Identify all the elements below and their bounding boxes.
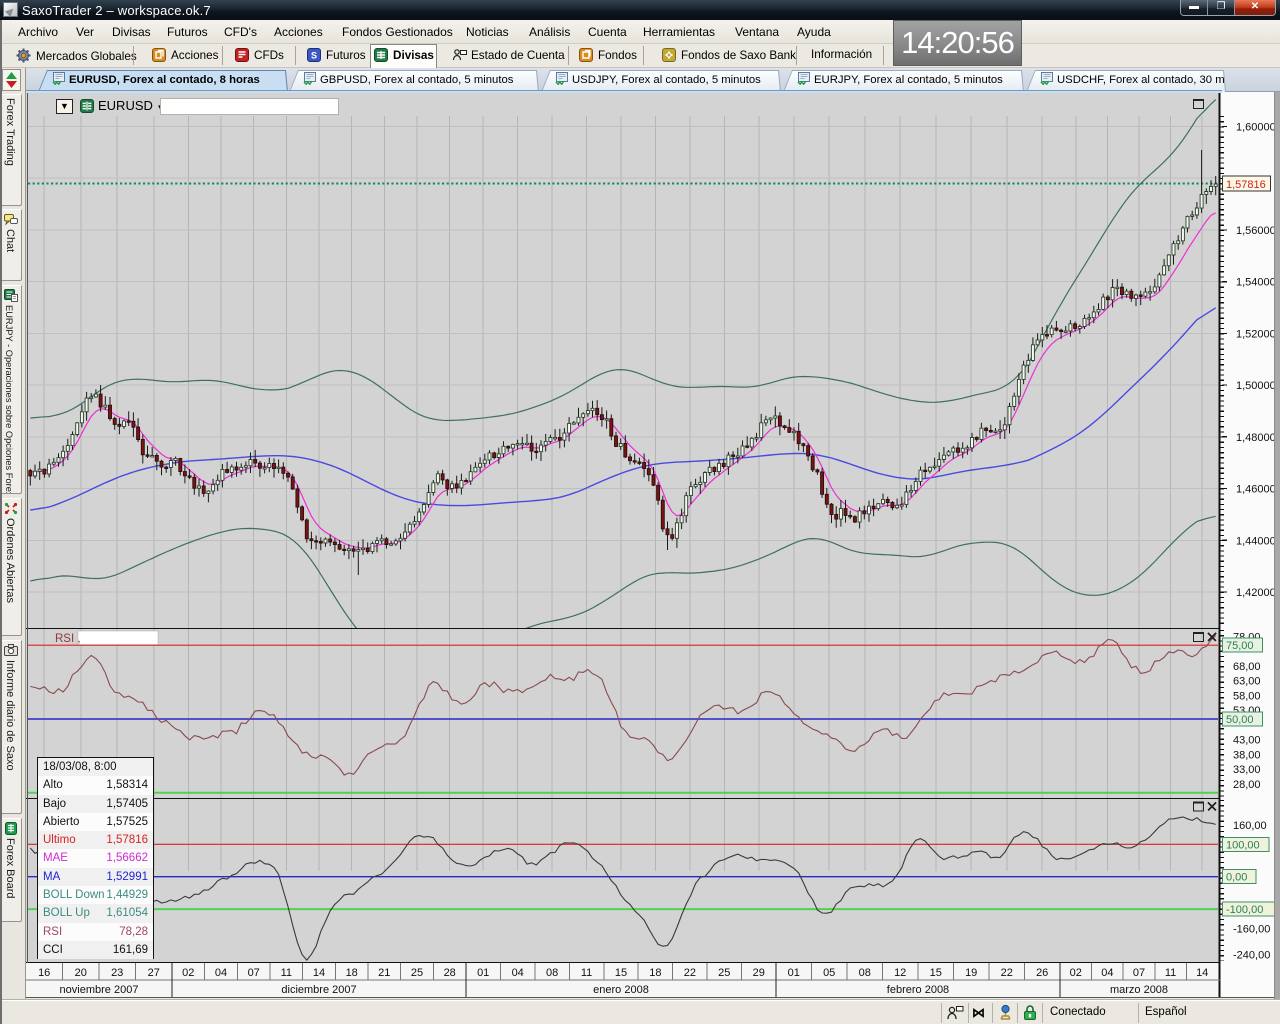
svg-text:14: 14 [1196,967,1208,979]
svg-text:63,00: 63,00 [1233,676,1261,688]
svg-text:12: 12 [894,967,906,979]
svg-text:05: 05 [823,967,835,979]
svg-text:1,46000: 1,46000 [1236,484,1276,496]
svg-text:enero 2008: enero 2008 [593,984,649,996]
svg-text:04: 04 [215,967,227,979]
svg-text:25: 25 [411,967,423,979]
svg-text:11: 11 [281,967,292,979]
svg-text:1,57816: 1,57816 [1226,179,1266,191]
svg-text:marzo 2008: marzo 2008 [1110,984,1168,996]
svg-text:1,52000: 1,52000 [1236,328,1276,340]
svg-text:18: 18 [649,967,661,979]
svg-text:1,42000: 1,42000 [1236,587,1276,599]
svg-text:RSI ,: RSI , [55,633,81,645]
svg-text:27: 27 [148,967,160,979]
svg-text:22: 22 [684,967,696,979]
svg-text:15: 15 [615,967,627,979]
svg-text:58,00: 58,00 [1233,690,1261,702]
svg-text:diciembre 2007: diciembre 2007 [281,984,356,996]
svg-text:23: 23 [111,967,123,979]
svg-text:28: 28 [444,967,456,979]
svg-text:21: 21 [378,967,390,979]
svg-text:68,00: 68,00 [1233,661,1261,673]
svg-text:-240,00: -240,00 [1233,949,1270,961]
svg-text:1,50000: 1,50000 [1236,380,1276,392]
svg-text:febrero 2008: febrero 2008 [887,984,949,996]
svg-text:50,00: 50,00 [1226,714,1254,726]
svg-text:02: 02 [1070,967,1082,979]
svg-text:18: 18 [346,967,358,979]
svg-text:S: S [311,51,317,61]
svg-text:07: 07 [248,967,260,979]
svg-text:11: 11 [581,967,592,979]
svg-text:25: 25 [718,967,730,979]
svg-text:38,00: 38,00 [1233,749,1261,761]
svg-text:noviembre 2007: noviembre 2007 [60,984,139,996]
svg-text:1,60000: 1,60000 [1236,122,1276,134]
svg-text:19: 19 [965,967,977,979]
svg-text:08: 08 [859,967,871,979]
svg-text:0,00: 0,00 [1226,872,1247,884]
svg-text:20: 20 [75,967,87,979]
svg-text:22: 22 [1001,967,1013,979]
svg-text:1,44000: 1,44000 [1236,535,1276,547]
svg-text:-160,00: -160,00 [1233,924,1270,936]
svg-text:100,00: 100,00 [1226,839,1260,851]
svg-text:11: 11 [1165,967,1176,979]
svg-text:15: 15 [930,967,942,979]
svg-text:1,56000: 1,56000 [1236,225,1276,237]
svg-text:02: 02 [182,967,194,979]
svg-text:1,48000: 1,48000 [1236,432,1276,444]
svg-text:16: 16 [38,967,50,979]
svg-text:160,00: 160,00 [1233,820,1267,832]
svg-text:04: 04 [512,967,524,979]
svg-text:-100,00: -100,00 [1226,904,1263,916]
svg-text:29: 29 [753,967,765,979]
svg-text:33,00: 33,00 [1233,764,1261,776]
svg-text:07: 07 [1133,967,1145,979]
svg-text:28,00: 28,00 [1233,779,1261,791]
svg-text:01: 01 [788,967,800,979]
svg-text:04: 04 [1101,967,1113,979]
svg-text:26: 26 [1036,967,1048,979]
svg-text:1,54000: 1,54000 [1236,277,1276,289]
svg-text:14: 14 [313,967,325,979]
svg-text:75,00: 75,00 [1226,640,1254,652]
svg-text:08: 08 [546,967,558,979]
svg-text:43,00: 43,00 [1233,735,1261,747]
svg-text:01: 01 [477,967,489,979]
